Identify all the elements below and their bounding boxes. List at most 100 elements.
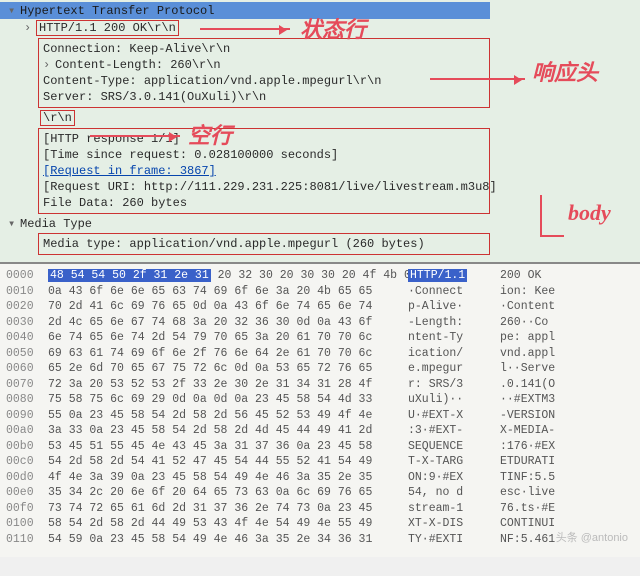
ascii-right: TINF:5.5 (500, 470, 592, 486)
ascii-right: esc·live (500, 485, 592, 501)
hex-bytes: 4f 4e 3a 39 0a 23 45 58 54 49 4e 46 3a 3… (48, 470, 408, 486)
ascii-left: XT-X-DIS (408, 516, 500, 532)
header-line[interactable]: ›Content-Length: 260\r\n (43, 57, 485, 73)
link-text: [Request in frame: 3867] (43, 164, 216, 178)
ascii-right: ETDURATI (500, 454, 592, 470)
hex-dump-panel[interactable]: 000048 54 54 50 2f 31 2e 31 20 32 30 20 … (0, 262, 640, 557)
ascii-left: ntent-Ty (408, 330, 500, 346)
hex-row[interactable]: 00100a 43 6f 6e 6e 65 63 74 69 6f 6e 3a … (6, 284, 634, 300)
hex-bytes: 54 2d 58 2d 54 41 52 47 45 54 44 55 52 4… (48, 454, 408, 470)
file-data-line[interactable]: File Data: 260 bytes (43, 195, 485, 211)
ascii-right: vnd.appl (500, 346, 592, 362)
protocol-tree-panel: ▾Hypertext Transfer Protocol ›HTTP/1.1 2… (0, 0, 640, 262)
ascii-left: TY·#EXTI (408, 532, 500, 548)
ascii-left: stream-1 (408, 501, 500, 517)
hex-bytes: 73 74 72 65 61 6d 2d 31 37 36 2e 74 73 0… (48, 501, 408, 517)
chevron-right-icon[interactable]: › (24, 21, 36, 35)
ascii-right: 200 OK (500, 268, 592, 284)
ascii-left: uXuli)·· (408, 392, 500, 408)
detail-text: [HTTP response 1/1] (43, 132, 180, 146)
hex-offset: 0020 (6, 299, 48, 315)
hex-row[interactable]: 00b053 45 51 55 45 4e 43 45 3a 31 37 36 … (6, 439, 634, 455)
hex-row[interactable]: 00d04f 4e 3a 39 0a 23 45 58 54 49 4e 46 … (6, 470, 634, 486)
hex-offset: 0000 (6, 268, 48, 284)
ascii-left: T-X-TARG (408, 454, 500, 470)
ascii-left: U·#EXT-X (408, 408, 500, 424)
header-text: Connection: Keep-Alive\r\n (43, 42, 230, 56)
hex-bytes: 65 2e 6d 70 65 67 75 72 6c 0d 0a 53 65 7… (48, 361, 408, 377)
ascii-left: :3·#EXT- (408, 423, 500, 439)
ascii-right: X-MEDIA- (500, 423, 592, 439)
ascii-left: ·Connect (408, 284, 500, 300)
hex-offset: 0050 (6, 346, 48, 362)
hex-row[interactable]: 00302d 4c 65 6e 67 74 68 3a 20 32 36 30 … (6, 315, 634, 331)
hex-bytes: 35 34 2c 20 6e 6f 20 64 65 73 63 0a 6c 6… (48, 485, 408, 501)
watermark: 头条 @antonio (556, 529, 628, 545)
http-section-header[interactable]: ▾Hypertext Transfer Protocol (0, 2, 490, 19)
request-frame-link[interactable]: [Request in frame: 3867] (43, 163, 485, 179)
detail-line[interactable]: [HTTP response 1/1] (43, 131, 485, 147)
hex-offset: 00d0 (6, 470, 48, 486)
chevron-down-icon[interactable]: ▾ (8, 216, 20, 231)
status-line-row[interactable]: ›HTTP/1.1 200 OK\r\n (0, 19, 640, 37)
ascii-left: 54, no d (408, 485, 500, 501)
hex-row[interactable]: 000048 54 54 50 2f 31 2e 31 20 32 30 20 … (6, 268, 634, 284)
ascii-left: e.mpegur (408, 361, 500, 377)
filedata-text: File Data: 260 bytes (43, 196, 187, 210)
ascii-right: 76.ts·#E (500, 501, 592, 517)
hex-row[interactable]: 011054 59 0a 23 45 58 54 49 4e 46 3a 35 … (6, 532, 634, 548)
hex-row[interactable]: 00e035 34 2c 20 6e 6f 20 64 65 73 63 0a … (6, 485, 634, 501)
ascii-right: pe: appl (500, 330, 592, 346)
hex-offset: 00e0 (6, 485, 48, 501)
ascii-left: ON:9·#EX (408, 470, 500, 486)
hex-offset: 0010 (6, 284, 48, 300)
hex-row[interactable]: 00406e 74 65 6e 74 2d 54 79 70 65 3a 20 … (6, 330, 634, 346)
hex-row[interactable]: 00a03a 33 0a 23 45 58 54 2d 58 2d 4d 45 … (6, 423, 634, 439)
hex-bytes: 53 45 51 55 45 4e 43 45 3a 31 37 36 0a 2… (48, 439, 408, 455)
hex-bytes: 70 2d 41 6c 69 76 65 0d 0a 43 6f 6e 74 6… (48, 299, 408, 315)
hex-row[interactable]: 009055 0a 23 45 58 54 2d 58 2d 56 45 52 … (6, 408, 634, 424)
header-line[interactable]: Server: SRS/3.0.141(OuXuli)\r\n (43, 89, 485, 105)
media-type-line[interactable]: Media type: application/vnd.apple.mpegur… (43, 236, 485, 252)
ascii-right: 260··Co (500, 315, 592, 331)
hex-bytes: 54 59 0a 23 45 58 54 49 4e 46 3a 35 2e 3… (48, 532, 408, 548)
media-value: Media type: application/vnd.apple.mpegur… (43, 237, 425, 251)
ascii-right: -VERSION (500, 408, 592, 424)
bracket-icon (540, 195, 564, 237)
hex-row[interactable]: 00f073 74 72 65 61 6d 2d 31 37 36 2e 74 … (6, 501, 634, 517)
header-line[interactable]: Connection: Keep-Alive\r\n (43, 41, 485, 57)
hex-offset: 0110 (6, 532, 48, 548)
chevron-right-icon[interactable]: › (43, 58, 55, 72)
ascii-left: SEQUENCE (408, 439, 500, 455)
hex-row[interactable]: 008075 58 75 6c 69 29 0d 0a 0d 0a 23 45 … (6, 392, 634, 408)
ascii-right: ··#EXTM3 (500, 392, 592, 408)
detail-line[interactable]: [Time since request: 0.028100000 seconds… (43, 147, 485, 163)
header-line[interactable]: Content-Type: application/vnd.apple.mpeg… (43, 73, 485, 89)
blank-line-row[interactable]: \r\n (0, 109, 640, 127)
ascii-left: p-Alive· (408, 299, 500, 315)
hex-row[interactable]: 00c054 2d 58 2d 54 41 52 47 45 54 44 55 … (6, 454, 634, 470)
ascii-left: HTTP/1.1 (408, 268, 500, 284)
hex-row[interactable]: 002070 2d 41 6c 69 76 65 0d 0a 43 6f 6e … (6, 299, 634, 315)
hex-offset: 0030 (6, 315, 48, 331)
hex-offset: 0060 (6, 361, 48, 377)
request-uri-line[interactable]: [Request URI: http://111.229.231.225:808… (43, 179, 485, 195)
hex-row[interactable]: 005069 63 61 74 69 6f 6e 2f 76 6e 64 2e … (6, 346, 634, 362)
annotation-response-header: 响应头 (532, 55, 598, 87)
hex-bytes: 6e 74 65 6e 74 2d 54 79 70 65 3a 20 61 7… (48, 330, 408, 346)
response-headers-box: Connection: Keep-Alive\r\n ›Content-Leng… (38, 38, 490, 108)
hex-offset: 00b0 (6, 439, 48, 455)
hex-bytes: 0a 43 6f 6e 6e 65 63 74 69 6f 6e 3a 20 4… (48, 284, 408, 300)
hex-row[interactable]: 007072 3a 20 53 52 53 2f 33 2e 30 2e 31 … (6, 377, 634, 393)
hex-bytes: 69 63 61 74 69 6f 6e 2f 76 6e 64 2e 61 7… (48, 346, 408, 362)
ascii-right: .0.141(O (500, 377, 592, 393)
hex-row[interactable]: 006065 2e 6d 70 65 67 75 72 6c 0d 0a 53 … (6, 361, 634, 377)
hex-offset: 0090 (6, 408, 48, 424)
hex-offset: 00c0 (6, 454, 48, 470)
hex-bytes: 3a 33 0a 23 45 58 54 2d 58 2d 4d 45 44 4… (48, 423, 408, 439)
chevron-down-icon[interactable]: ▾ (8, 3, 20, 18)
ascii-left: -Length: (408, 315, 500, 331)
detail-text: [Time since request: 0.028100000 seconds… (43, 148, 338, 162)
uri-text: [Request URI: http://111.229.231.225:808… (43, 180, 497, 194)
hex-row[interactable]: 010058 54 2d 58 2d 44 49 53 43 4f 4e 54 … (6, 516, 634, 532)
